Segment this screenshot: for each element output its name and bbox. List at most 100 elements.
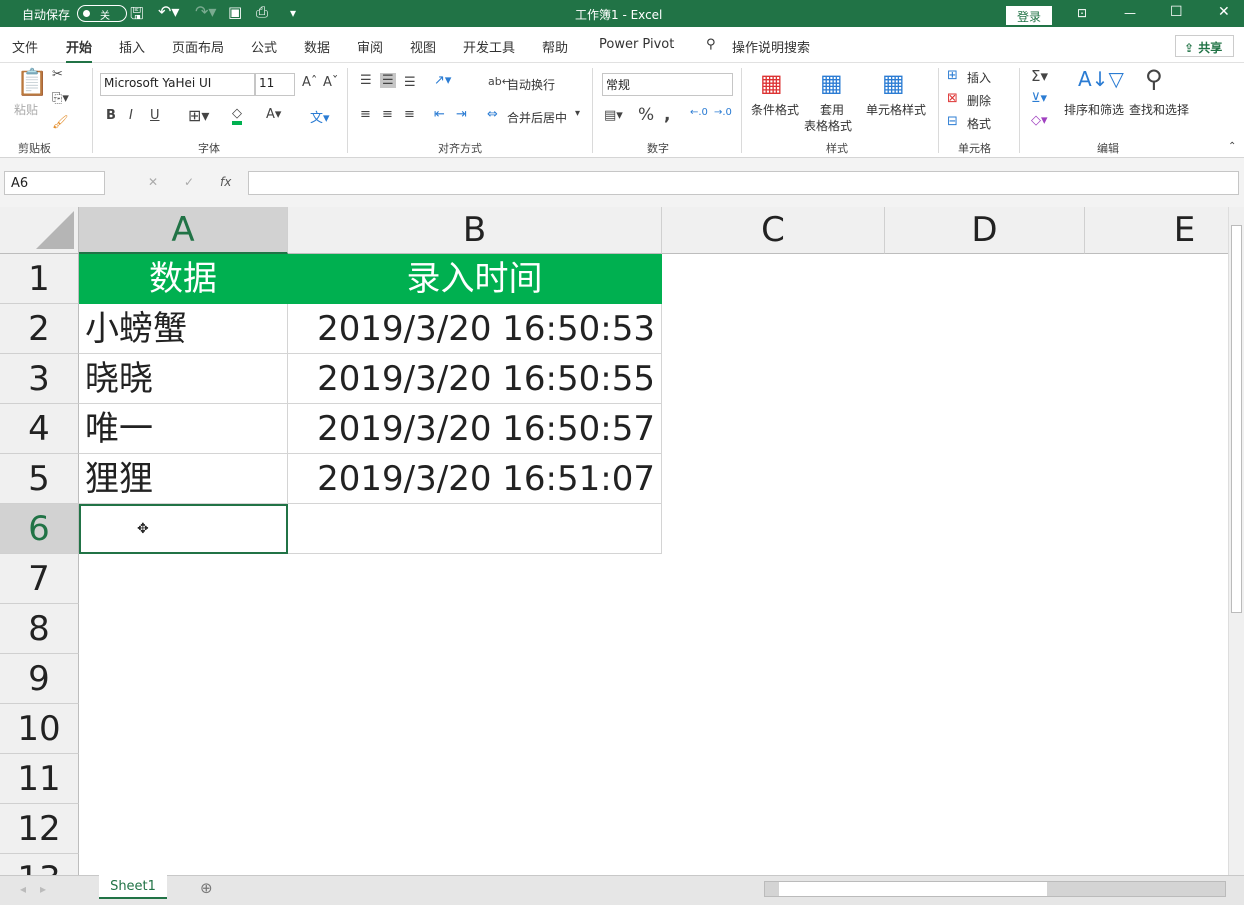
fill-icon[interactable]: ⊻▾ [1031, 91, 1047, 106]
cell-c13[interactable] [662, 854, 885, 875]
cell-c3[interactable] [662, 354, 885, 404]
cell-a9[interactable] [79, 654, 288, 704]
save-icon[interactable]: 🖫 [130, 3, 144, 30]
collapse-ribbon-icon[interactable]: ⌃ [1228, 141, 1236, 152]
login-button[interactable]: 登录 [1006, 6, 1052, 25]
tab-power-pivot[interactable]: Power Pivot [599, 37, 674, 52]
cell-b10[interactable] [288, 704, 662, 754]
column-header-a[interactable]: A [79, 207, 288, 254]
row-header-11[interactable]: 11 [0, 754, 79, 804]
row-header-10[interactable]: 10 [0, 704, 79, 754]
decrease-decimal-icon[interactable]: →.0 [714, 107, 732, 118]
customize-qat-icon[interactable]: ▾ [290, 6, 296, 20]
row-header-3[interactable]: 3 [0, 354, 79, 404]
cell-d11[interactable] [885, 754, 1085, 804]
cell-e2[interactable] [1085, 304, 1228, 354]
cell-c6[interactable] [662, 504, 885, 554]
cell-e13[interactable] [1085, 854, 1228, 875]
cell-d4[interactable] [885, 404, 1085, 454]
autosum-icon[interactable]: Σ▾ [1031, 67, 1048, 85]
tab-file[interactable]: 文件 [12, 37, 38, 56]
row-header-6[interactable]: 6 [0, 504, 79, 554]
column-header-d[interactable]: D [885, 207, 1085, 254]
cell-e9[interactable] [1085, 654, 1228, 704]
cell-d5[interactable] [885, 454, 1085, 504]
cell-c10[interactable] [662, 704, 885, 754]
cell-c9[interactable] [662, 654, 885, 704]
cell-d2[interactable] [885, 304, 1085, 354]
cell-a6[interactable]: ✥ [79, 504, 288, 554]
orientation-icon[interactable]: ↗▾ [434, 73, 451, 88]
cell-b1[interactable]: 录入时间 [288, 254, 662, 304]
sheet-tab-sheet1[interactable]: Sheet1 [99, 875, 167, 899]
cell-b2[interactable]: 2019/3/20 16:50:53 [288, 304, 662, 354]
wrap-text-button[interactable]: 自动换行 [507, 76, 555, 93]
increase-decimal-icon[interactable]: ←.0 [690, 107, 708, 118]
cell-e11[interactable] [1085, 754, 1228, 804]
tab-home[interactable]: 开始 [66, 37, 93, 64]
conditional-format-button[interactable]: 条件格式 [751, 101, 799, 118]
minimize-icon[interactable]: — [1124, 6, 1136, 20]
tab-insert[interactable]: 插入 [119, 37, 145, 56]
phonetic-icon[interactable]: 文▾ [310, 107, 330, 126]
tab-review[interactable]: 审阅 [357, 37, 383, 56]
redo-icon[interactable]: ↷▾ [195, 2, 216, 21]
form-icon[interactable]: ▣ [228, 3, 242, 21]
cell-b6[interactable] [288, 504, 662, 554]
cell-e4[interactable] [1085, 404, 1228, 454]
percent-button[interactable]: % [638, 105, 654, 125]
align-right-icon[interactable]: ≡ [404, 107, 415, 122]
cell-c4[interactable] [662, 404, 885, 454]
column-header-b[interactable]: B [288, 207, 662, 254]
cell-b4[interactable]: 2019/3/20 16:50:57 [288, 404, 662, 454]
cell-e5[interactable] [1085, 454, 1228, 504]
vertical-scrollbar[interactable] [1228, 207, 1244, 875]
column-header-e[interactable]: E [1085, 207, 1228, 254]
close-icon[interactable]: ✕ [1218, 4, 1230, 20]
bold-button[interactable]: B [106, 108, 116, 123]
cancel-icon[interactable]: ✕ [148, 175, 158, 189]
cell-b13[interactable] [288, 854, 662, 875]
cell-a11[interactable] [79, 754, 288, 804]
increase-indent-icon[interactable]: ⇥ [456, 107, 467, 122]
autosave-toggle[interactable]: 关 [77, 5, 127, 22]
font-color-icon[interactable]: A▾ [266, 107, 281, 122]
cell-b3[interactable]: 2019/3/20 16:50:55 [288, 354, 662, 404]
cell-e7[interactable] [1085, 554, 1228, 604]
horizontal-scroll-thumb[interactable] [779, 882, 1047, 896]
cell-a7[interactable] [79, 554, 288, 604]
add-sheet-icon[interactable]: ⊕ [200, 879, 213, 897]
font-size-select[interactable]: 11 [255, 73, 295, 96]
increase-font-icon[interactable]: Aˆ [302, 75, 317, 90]
insert-cells-button[interactable]: 插入 [967, 69, 991, 86]
row-header-9[interactable]: 9 [0, 654, 79, 704]
tab-page-layout[interactable]: 页面布局 [172, 37, 224, 56]
cell-b8[interactable] [288, 604, 662, 654]
borders-icon[interactable]: ⊞▾ [188, 106, 209, 125]
accounting-format-icon[interactable]: ▤▾ [604, 108, 623, 123]
formula-input[interactable] [248, 171, 1239, 195]
cell-styles-button[interactable]: 单元格样式 [866, 101, 926, 118]
prev-sheet-icon[interactable]: ◂ [20, 882, 26, 896]
delete-cells-button[interactable]: 删除 [967, 92, 991, 109]
cell-d13[interactable] [885, 854, 1085, 875]
row-header-7[interactable]: 7 [0, 554, 79, 604]
vertical-scroll-thumb[interactable] [1231, 225, 1242, 613]
maximize-icon[interactable]: ☐ [1170, 4, 1183, 20]
tab-formulas[interactable]: 公式 [251, 37, 277, 56]
cell-c2[interactable] [662, 304, 885, 354]
find-select-button[interactable]: 查找和选择 [1129, 101, 1189, 118]
cell-b5[interactable]: 2019/3/20 16:51:07 [288, 454, 662, 504]
comma-style-icon[interactable]: , [664, 105, 670, 125]
sort-filter-button[interactable]: 排序和筛选 [1064, 101, 1124, 118]
align-center-icon[interactable]: ≡ [382, 107, 393, 122]
font-name-select[interactable]: Microsoft YaHei UI [100, 73, 255, 96]
cell-a8[interactable] [79, 604, 288, 654]
share-button[interactable]: ⇪ 共享 [1175, 35, 1234, 57]
decrease-indent-icon[interactable]: ⇤ [434, 107, 445, 122]
tab-data[interactable]: 数据 [304, 37, 330, 56]
merge-center-button[interactable]: 合并后居中 [507, 109, 567, 126]
align-bottom-icon[interactable]: ☰ [404, 75, 416, 90]
undo-icon[interactable]: ↶▾ [158, 2, 179, 21]
cell-b12[interactable] [288, 804, 662, 854]
